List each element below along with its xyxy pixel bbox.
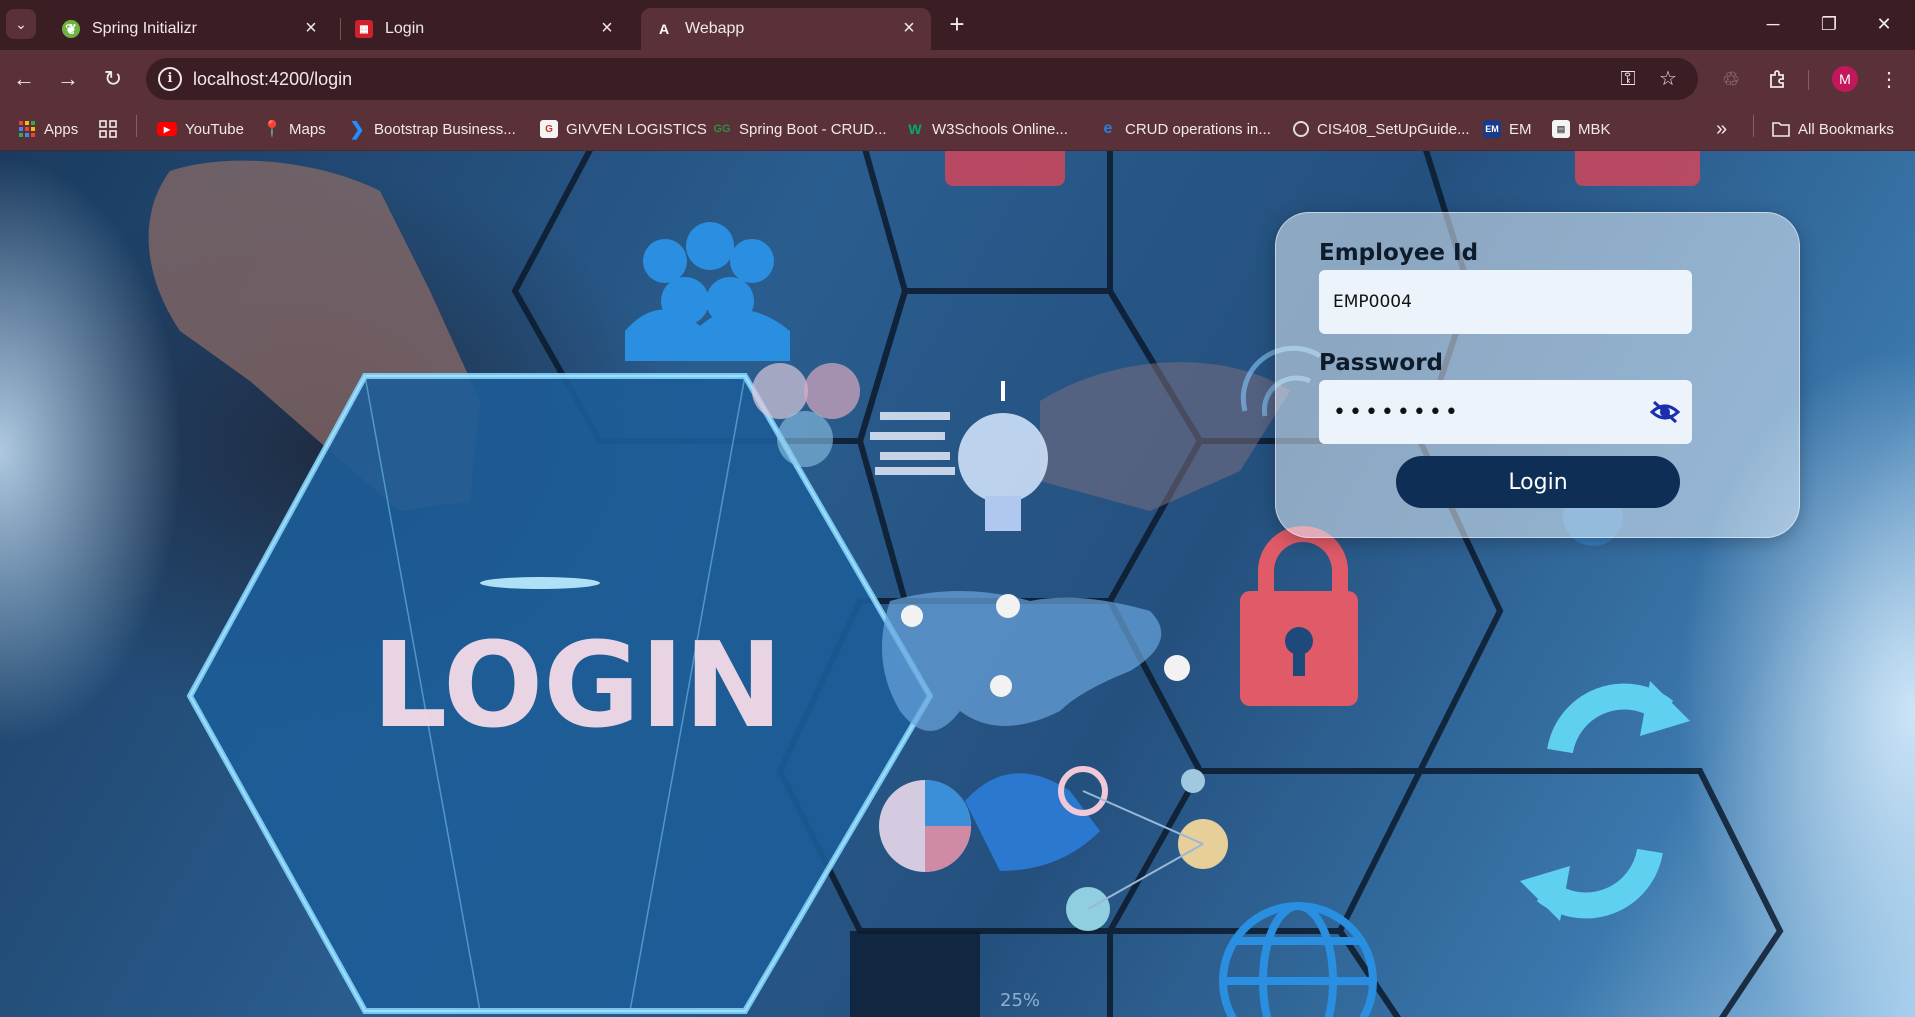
bookmark-givven[interactable]: G GIVVEN LOGISTICS — [540, 117, 707, 141]
grid-logo-icon: ▦ — [355, 20, 373, 38]
folder-icon — [1772, 120, 1790, 138]
site-info-icon[interactable]: i — [158, 67, 182, 91]
close-icon[interactable]: × — [301, 18, 321, 38]
password-label: Password — [1319, 350, 1443, 376]
bookmark-tab-groups[interactable] — [99, 117, 125, 141]
bookmark-label: Spring Boot - CRUD... — [739, 120, 887, 138]
toolbar-divider — [1808, 70, 1809, 90]
bookmark-label: CRUD operations in... — [1125, 120, 1271, 138]
chevron-down-icon: ⌄ — [15, 15, 27, 32]
tab-search-button[interactable]: ⌄ — [6, 9, 36, 39]
forward-button[interactable]: → — [53, 64, 83, 94]
handshake-icon — [965, 773, 1100, 871]
tab-title: Spring Initializr — [92, 20, 197, 37]
bootstrap-icon: ❯ — [349, 118, 365, 139]
red-card-shape — [1575, 151, 1700, 186]
lightbulb-icon — [958, 381, 1048, 531]
bookmark-label: Maps — [289, 120, 326, 138]
bookmarks-bar: Apps ▶ YouTube 📍 Maps ❯ Bootstrap Busine… — [0, 108, 1915, 151]
arrow-left-icon: ← — [13, 66, 35, 91]
hero-login-text: LOGIN — [372, 616, 783, 754]
close-window-button[interactable]: ✕ — [1860, 6, 1908, 42]
reload-icon: ↻ — [103, 66, 123, 91]
bookmark-label: Apps — [44, 120, 79, 138]
tab-spring-initializr[interactable]: ❦ Spring Initializr × — [48, 8, 333, 50]
login-button[interactable]: Login — [1396, 456, 1680, 508]
extensions-puzzle-icon[interactable] — [1763, 64, 1793, 94]
bookmark-label: MBK — [1578, 120, 1611, 138]
tab-title: Login — [385, 20, 425, 37]
more-menu-icon[interactable]: ⋮ — [1874, 64, 1904, 94]
bookmark-divider — [136, 115, 137, 137]
bookmark-em[interactable]: EM EM — [1483, 117, 1532, 141]
maps-pin-icon: 📍 — [262, 121, 282, 138]
bookmark-label: EM — [1509, 120, 1532, 138]
new-tab-button[interactable]: + — [943, 11, 971, 39]
all-bookmarks-button[interactable]: All Bookmarks — [1772, 117, 1894, 141]
tab-strip: ⌄ ❦ Spring Initializr × ▦ Login × A Weba… — [0, 0, 1915, 50]
em-icon: EM — [1483, 120, 1501, 138]
lock-icon — [1240, 526, 1358, 706]
profile-avatar[interactable]: M — [1832, 66, 1858, 92]
bookmark-label: CIS408_SetUpGuide... — [1317, 120, 1470, 138]
edge-icon: e — [1103, 120, 1113, 137]
browser-toolbar: ← → ↻ i localhost:4200/login ⚿ ☆ ♲ M ⋮ — [0, 50, 1915, 108]
bookmark-apps[interactable]: Apps — [18, 117, 78, 141]
tab-title: Webapp — [685, 20, 745, 37]
eye-slash-icon[interactable] — [1649, 399, 1681, 425]
tab-groups-icon — [99, 120, 117, 138]
w3schools-icon: W — [908, 121, 922, 137]
world-map-shape — [882, 591, 1162, 731]
minimize-button[interactable]: ─ — [1749, 6, 1797, 42]
red-card-shape — [945, 151, 1065, 186]
login-card: Employee Id EMP0004 Password •••••••• Lo… — [1275, 212, 1800, 538]
restore-button[interactable]: ❐ — [1805, 6, 1853, 42]
spring-leaf-icon: ❦ — [62, 20, 80, 38]
bookmark-bootstrap[interactable]: ❯ Bootstrap Business... — [348, 117, 516, 141]
percent-text: 25% — [1000, 990, 1040, 1011]
bookmark-spring-boot-crud[interactable]: GG Spring Boot - CRUD... — [713, 117, 887, 141]
url-text[interactable]: localhost:4200/login — [193, 69, 352, 90]
employee-id-label: Employee Id — [1319, 240, 1479, 266]
key-icon[interactable]: ⚿ — [1616, 68, 1640, 92]
bookmark-youtube[interactable]: ▶ YouTube — [157, 117, 244, 141]
bookmark-divider — [1753, 115, 1754, 137]
double-chevron-icon: » — [1716, 117, 1728, 140]
globe-icon — [1219, 902, 1377, 1017]
arrow-right-icon: → — [57, 66, 79, 91]
bookmark-maps[interactable]: 📍 Maps — [262, 117, 326, 141]
bookmark-label: All Bookmarks — [1798, 120, 1894, 138]
bookmark-label: Bootstrap Business... — [374, 120, 516, 138]
star-icon[interactable]: ☆ — [1656, 68, 1680, 92]
more-bookmarks-button[interactable]: » — [1716, 117, 1727, 141]
bookmark-mbk[interactable]: ▤ MBK — [1552, 117, 1611, 141]
bookmark-w3schools[interactable]: W W3Schools Online... — [906, 117, 1068, 141]
bookmark-label: GIVVEN LOGISTICS — [566, 120, 707, 138]
bookmark-crud-operations[interactable]: e CRUD operations in... — [1099, 117, 1271, 141]
bookmark-label: YouTube — [185, 120, 244, 138]
employee-id-input[interactable]: EMP0004 — [1319, 270, 1692, 334]
password-input[interactable]: •••••••• — [1319, 380, 1692, 444]
angular-icon: A — [658, 21, 670, 37]
extension-recycle-icon[interactable]: ♲ — [1716, 64, 1746, 94]
youtube-icon: ▶ — [157, 122, 177, 136]
people-icon — [625, 222, 790, 361]
close-icon[interactable]: × — [597, 18, 617, 38]
login-page: LOGIN 25% Employee Id EMP0004 Password •… — [0, 151, 1915, 1017]
mbk-icon: ▤ — [1552, 120, 1570, 138]
tab-login[interactable]: ▦ Login × — [341, 8, 629, 50]
close-icon[interactable]: × — [899, 18, 919, 38]
bookmark-cis408[interactable]: CIS408_SetUpGuide... — [1293, 117, 1470, 141]
bookmark-label: W3Schools Online... — [932, 120, 1068, 138]
address-bar[interactable]: i localhost:4200/login ⚿ ☆ — [146, 58, 1698, 100]
gfg-icon: GG — [713, 123, 731, 135]
password-dots: •••••••• — [1333, 399, 1461, 425]
globe-icon — [1293, 121, 1309, 137]
back-button[interactable]: ← — [9, 64, 39, 94]
mini-chart-shape — [850, 931, 980, 1017]
givven-icon: G — [540, 120, 558, 138]
tab-webapp[interactable]: A Webapp × — [641, 8, 931, 50]
apps-grid-icon — [18, 120, 36, 138]
reload-button[interactable]: ↻ — [98, 64, 128, 94]
